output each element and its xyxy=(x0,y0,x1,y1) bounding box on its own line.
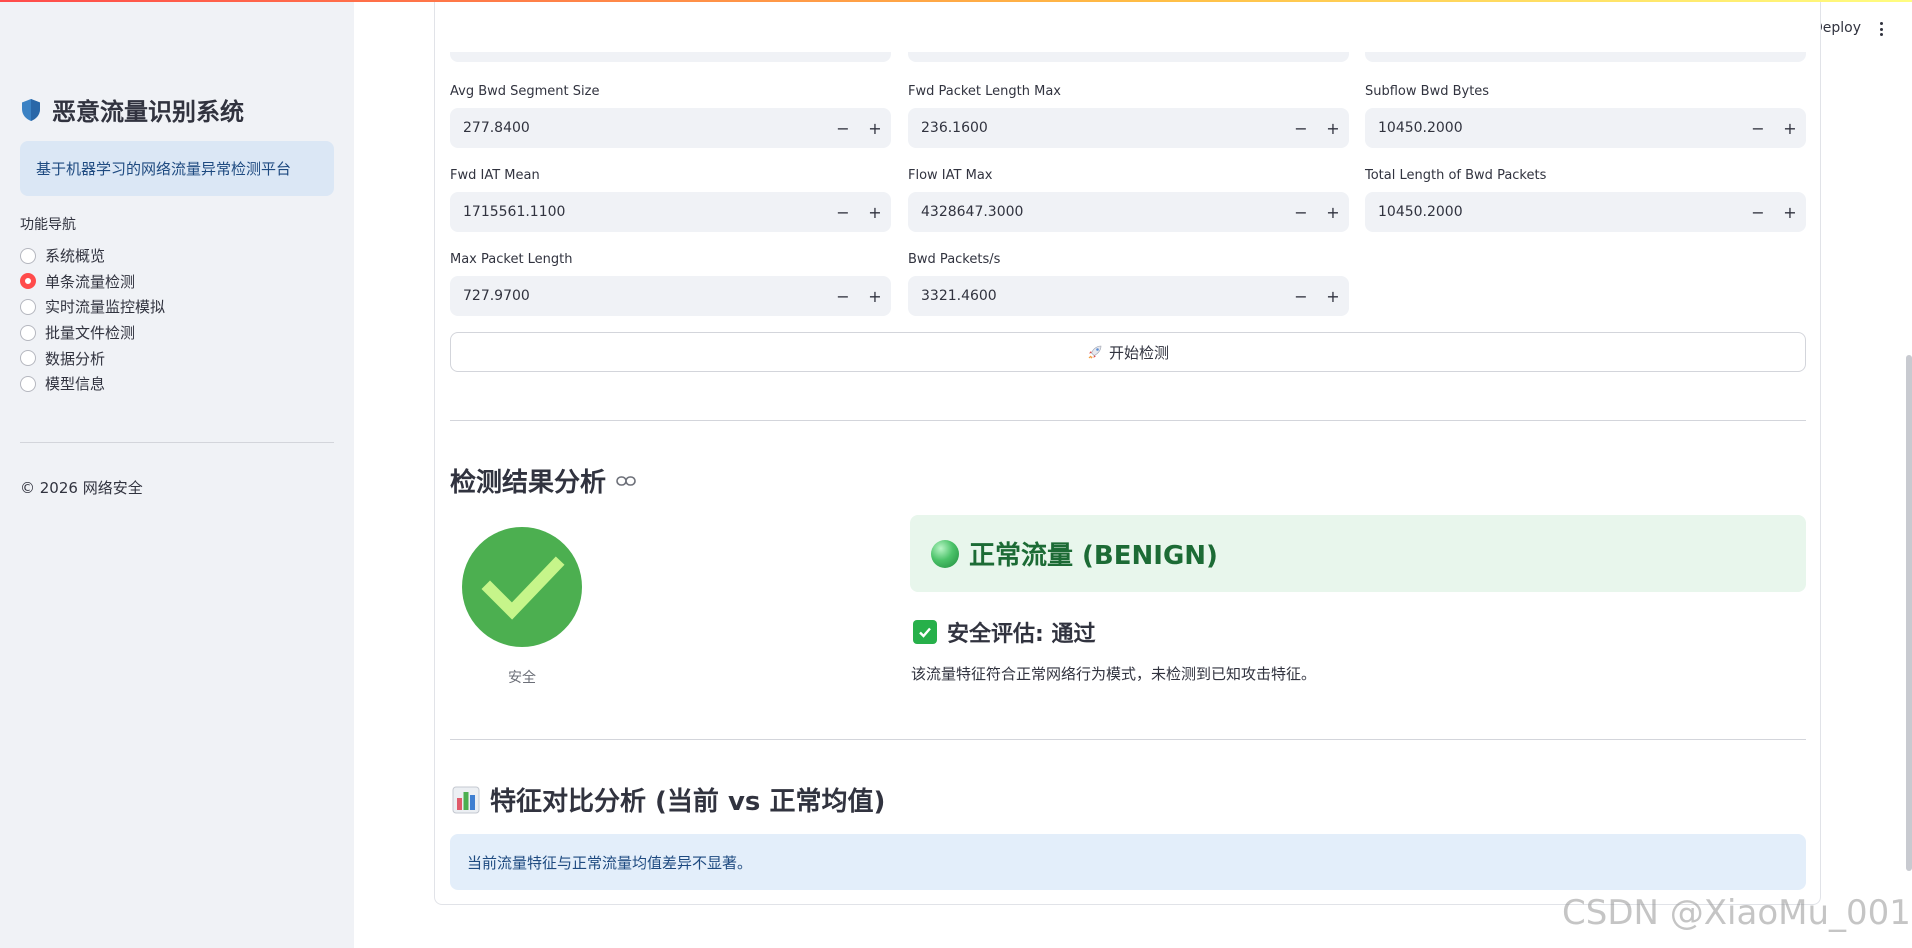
radio-button[interactable] xyxy=(20,298,36,315)
sidebar-divider xyxy=(20,442,334,443)
input-value[interactable]: 3321.4600 xyxy=(908,288,1285,304)
green-circle-icon xyxy=(931,539,959,568)
result-heading: 检测结果分析 xyxy=(450,462,636,499)
start-detection-label: 开始检测 xyxy=(1108,343,1169,362)
decrement-button[interactable]: − xyxy=(1742,108,1774,148)
nav-item-label: 实时流量监控模拟 xyxy=(45,298,166,317)
compare-info-box: 当前流量特征与正常流量均值差异不显著。 xyxy=(450,834,1806,890)
verdict-box: 正常流量 (BENIGN) xyxy=(910,515,1806,592)
nav-item-batch-detection[interactable]: 批量文件检测 xyxy=(20,320,165,346)
total-length-bwd-packets-input[interactable]: 10450.2000 − + xyxy=(1365,192,1806,232)
input-value[interactable]: 727.9700 xyxy=(450,288,827,304)
nav-radio-group: 系统概览 单条流量检测 实时流量监控模拟 批量文件检测 数据分析 模型信息 xyxy=(20,243,165,397)
link-icon[interactable] xyxy=(616,475,636,487)
compare-info-text: 当前流量特征与正常流量均值差异不显著。 xyxy=(467,853,753,872)
input-value[interactable]: 1715561.1100 xyxy=(450,204,827,220)
field-label-subflow-bwd-bytes: Subflow Bwd Bytes xyxy=(1365,84,1490,99)
fwd-packet-length-max-input[interactable]: 236.1600 − + xyxy=(908,108,1349,148)
nav-item-label: 系统概览 xyxy=(45,247,106,266)
sidebar-footer: © 2026 网络安全 xyxy=(20,479,143,497)
decrement-button[interactable]: − xyxy=(827,108,859,148)
increment-button[interactable]: + xyxy=(1317,276,1349,316)
increment-button[interactable]: + xyxy=(859,192,891,232)
decrement-button[interactable]: − xyxy=(1742,192,1774,232)
nav-item-data-analysis[interactable]: 数据分析 xyxy=(20,345,165,371)
increment-button[interactable]: + xyxy=(859,276,891,316)
nav-label: 功能导航 xyxy=(20,217,76,233)
rocket-icon xyxy=(1088,345,1102,359)
sidebar-subtitle: 基于机器学习的网络流量异常检测平台 xyxy=(36,160,292,178)
decrement-button[interactable]: − xyxy=(1285,108,1317,148)
input-value[interactable]: 4328647.3000 xyxy=(908,204,1285,220)
decrement-button[interactable]: − xyxy=(827,276,859,316)
nav-item-label: 批量文件检测 xyxy=(45,324,136,343)
nav-item-single-detection[interactable]: 单条流量检测 xyxy=(20,269,165,295)
field-label-bwd-packets-per-s: Bwd Packets/s xyxy=(908,252,1001,267)
section-divider xyxy=(450,420,1806,421)
field-label-flow-iat-max: Flow IAT Max xyxy=(908,168,993,183)
field-label-fwd-packet-length-max: Fwd Packet Length Max xyxy=(908,84,1062,99)
input-value[interactable]: 236.1600 xyxy=(908,120,1285,136)
radio-button-selected[interactable] xyxy=(20,273,36,290)
assessment-text: 安全评估: 通过 xyxy=(947,622,1096,647)
increment-button[interactable]: + xyxy=(1317,192,1349,232)
increment-button[interactable]: + xyxy=(1774,192,1806,232)
decrement-button[interactable]: − xyxy=(827,192,859,232)
assessment-description: 该流量特征符合正常网络行为模式，未检测到已知攻击特征。 xyxy=(911,665,1317,683)
main-menu-icon[interactable] xyxy=(1874,20,1888,38)
nav-item-realtime-monitor[interactable]: 实时流量监控模拟 xyxy=(20,294,165,320)
compare-heading-text: 特征对比分析 (当前 vs 正常均值) xyxy=(490,787,886,817)
nav-item-label: 模型信息 xyxy=(45,375,106,394)
radio-button[interactable] xyxy=(20,247,36,264)
max-packet-length-input[interactable]: 727.9700 − + xyxy=(450,276,891,316)
assessment-heading: 安全评估: 通过 xyxy=(913,616,1095,648)
increment-button[interactable]: + xyxy=(859,108,891,148)
field-label-avg-bwd-segment-size: Avg Bwd Segment Size xyxy=(450,84,600,99)
check-mark-icon xyxy=(913,620,937,644)
input-value[interactable]: 10450.2000 xyxy=(1365,204,1742,220)
field-label-fwd-iat-mean: Fwd IAT Mean xyxy=(450,168,540,183)
field-label-total-length-bwd-packets: Total Length of Bwd Packets xyxy=(1365,168,1547,183)
bar-chart-icon xyxy=(452,786,480,813)
radio-button[interactable] xyxy=(20,375,36,392)
input-value[interactable]: 10450.2000 xyxy=(1365,120,1742,136)
avg-bwd-segment-size-input[interactable]: 277.8400 − + xyxy=(450,108,891,148)
start-detection-button[interactable]: 开始检测 xyxy=(450,332,1806,372)
shield-icon xyxy=(22,98,40,121)
fwd-iat-mean-input[interactable]: 1715561.1100 − + xyxy=(450,192,891,232)
decrement-button[interactable]: − xyxy=(1285,276,1317,316)
subflow-bwd-bytes-input[interactable]: 10450.2000 − + xyxy=(1365,108,1806,148)
sidebar-title: 恶意流量识别系统 xyxy=(20,92,244,127)
sidebar-subtitle-box: 基于机器学习的网络流量异常检测平台 xyxy=(20,141,334,196)
verdict-text: 正常流量 (BENIGN) xyxy=(969,541,1218,571)
section-divider xyxy=(450,739,1806,740)
increment-button[interactable]: + xyxy=(1317,108,1349,148)
nav-item-model-info[interactable]: 模型信息 xyxy=(20,371,165,397)
scrollbar-thumb[interactable] xyxy=(1906,355,1912,871)
radio-button[interactable] xyxy=(20,350,36,367)
radio-button[interactable] xyxy=(20,324,36,341)
nav-item-label: 数据分析 xyxy=(45,349,106,368)
flow-iat-max-input[interactable]: 4328647.3000 − + xyxy=(908,192,1349,232)
field-label-max-packet-length: Max Packet Length xyxy=(450,252,573,267)
safe-check-icon xyxy=(462,527,582,647)
compare-heading: 特征对比分析 (当前 vs 正常均值) xyxy=(452,781,885,818)
nav-item-overview[interactable]: 系统概览 xyxy=(20,243,165,269)
decrement-button[interactable]: − xyxy=(1285,192,1317,232)
increment-button[interactable]: + xyxy=(1774,108,1806,148)
top-accent-line xyxy=(0,0,1912,2)
gauge-label: 安全 xyxy=(508,670,536,686)
sidebar-title-text: 恶意流量识别系统 xyxy=(52,98,244,126)
input-value[interactable]: 277.8400 xyxy=(450,120,827,136)
sidebar: 恶意流量识别系统 基于机器学习的网络流量异常检测平台 功能导航 系统概览 单条流… xyxy=(0,0,354,948)
watermark: CSDN @XiaoMu_001 xyxy=(1562,893,1911,933)
nav-item-label: 单条流量检测 xyxy=(45,272,136,291)
bwd-packets-per-s-input[interactable]: 3321.4600 − + xyxy=(908,276,1349,316)
result-heading-text: 检测结果分析 xyxy=(450,468,607,498)
